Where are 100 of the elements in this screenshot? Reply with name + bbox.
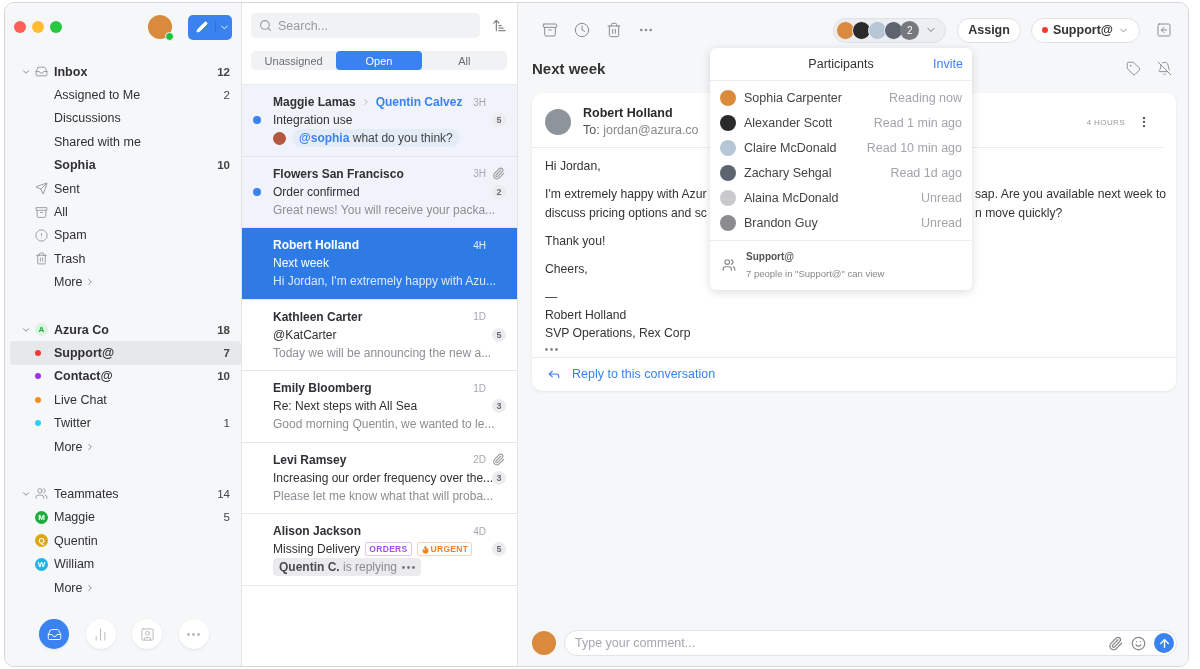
participant-avatar bbox=[720, 114, 736, 131]
sidebar-item[interactable]: Live Chat bbox=[10, 388, 241, 412]
sidebar-item[interactable]: Trash bbox=[10, 247, 241, 271]
archive-box-icon bbox=[35, 205, 48, 219]
signature-line: SVP Operations, Rex Corp bbox=[545, 325, 691, 342]
people-icon bbox=[35, 487, 48, 501]
conversation-item[interactable]: Flowers San Francisco 3H Order confirmed 2 Great news! You will receive your packa... bbox=[242, 156, 517, 228]
teammate-avatar: W bbox=[35, 557, 48, 571]
sidebar-item[interactable]: Support@ 7 bbox=[10, 341, 241, 365]
clock-icon[interactable] bbox=[574, 22, 590, 38]
sidebar-item[interactable]: M Maggie 5 bbox=[10, 505, 241, 530]
comment-field[interactable]: Type your comment... bbox=[564, 630, 1177, 656]
assign-button[interactable]: Assign bbox=[957, 17, 1021, 43]
inbox-icon bbox=[35, 65, 48, 79]
arrow-up-icon bbox=[1157, 636, 1171, 650]
zoom-window-button[interactable] bbox=[50, 21, 62, 33]
conversation-item[interactable]: Robert Holland 4H Next week Hi Jordan, I'm extremely happy with Azu... bbox=[242, 228, 517, 300]
sidebar-item[interactable]: Spam bbox=[10, 223, 241, 248]
sidebar-item[interactable]: Sent bbox=[10, 176, 241, 201]
section-count: 12 bbox=[217, 65, 230, 78]
conversation-time: 4D bbox=[473, 525, 486, 537]
filter-tab[interactable]: Unassigned bbox=[251, 51, 337, 70]
compose-button[interactable] bbox=[188, 14, 232, 40]
message-count: 2 bbox=[492, 184, 506, 199]
reply-link[interactable]: Reply to this conversation bbox=[547, 367, 716, 381]
more-icon bbox=[187, 632, 200, 636]
sender-avatar bbox=[545, 109, 571, 135]
sidebar-item[interactable]: Contact@ 10 bbox=[10, 364, 241, 389]
sidebar-item-label: Discussions bbox=[54, 111, 122, 126]
inbox-select[interactable]: Support@ bbox=[1030, 17, 1140, 43]
sort-icon[interactable] bbox=[492, 18, 507, 33]
conversation-subject: Integration use bbox=[273, 113, 353, 127]
sidebar-item[interactable]: All bbox=[10, 200, 241, 224]
close-window-button[interactable] bbox=[14, 21, 26, 33]
bell-off-icon[interactable] bbox=[1157, 61, 1172, 76]
sidebar-item[interactable]: Twitter 1 bbox=[10, 411, 241, 435]
participant-avatar bbox=[720, 139, 736, 156]
filter-tab[interactable]: All bbox=[421, 51, 507, 70]
sidebar-item-label: All bbox=[54, 205, 69, 220]
sidebar-item-label: Support@ bbox=[54, 346, 116, 360]
filter-tab[interactable]: Open bbox=[336, 51, 422, 70]
more-link[interactable]: More bbox=[10, 270, 241, 294]
conversation-time: 4H bbox=[473, 239, 486, 251]
extra-participants-count: 2 bbox=[900, 20, 920, 40]
archive-icon[interactable] bbox=[542, 22, 558, 38]
signature-line: Robert Holland bbox=[545, 307, 627, 324]
section-header[interactable]: Teammates 14 bbox=[10, 482, 241, 506]
item-count: 2 bbox=[223, 89, 230, 102]
read-status: Unread bbox=[921, 190, 962, 205]
read-status: Read 10 min ago bbox=[866, 140, 962, 155]
section-header[interactable]: Inbox 12 bbox=[10, 60, 241, 84]
smiley-icon[interactable] bbox=[1131, 635, 1146, 651]
invite-link[interactable]: Invite bbox=[933, 57, 963, 71]
trash-icon[interactable] bbox=[606, 22, 622, 38]
tag: URGENT bbox=[416, 542, 473, 556]
show-more-icon[interactable] bbox=[545, 348, 558, 351]
participant-avatar bbox=[868, 20, 888, 40]
sidebar-item[interactable]: Assigned to Me 2 bbox=[10, 83, 241, 107]
nav-button[interactable] bbox=[85, 619, 116, 649]
sidebar-item[interactable]: Q Quentin bbox=[10, 529, 241, 553]
item-count: 7 bbox=[223, 347, 230, 359]
bar-chart-icon bbox=[93, 626, 108, 642]
sidebar-item[interactable]: Shared with me bbox=[10, 130, 241, 154]
more-link[interactable]: More bbox=[10, 434, 241, 459]
more-label: More bbox=[54, 580, 83, 595]
user-avatar[interactable] bbox=[148, 15, 172, 39]
search-field[interactable]: Search... bbox=[251, 13, 480, 38]
message-text: Hi Jordan, bbox=[545, 158, 601, 175]
collapse-panel-icon[interactable] bbox=[1156, 22, 1172, 38]
sidebar-item-label: Assigned to Me bbox=[54, 88, 142, 103]
sidebar-item-label: Quentin bbox=[54, 533, 99, 548]
unread-dot bbox=[252, 116, 261, 124]
sender-name: Emily Bloomberg bbox=[273, 381, 372, 395]
message-count: 5 bbox=[492, 327, 506, 342]
sender-name: Levi Ramsey bbox=[273, 452, 347, 467]
visibility-note: 7 people in "Support@" can view bbox=[746, 268, 885, 279]
more-label: More bbox=[54, 439, 83, 454]
minimize-window-button[interactable] bbox=[32, 21, 44, 33]
message-text: discuss pricing options and sc bbox=[545, 205, 707, 222]
participant-avatar bbox=[720, 214, 736, 231]
tag-icon[interactable] bbox=[1126, 61, 1141, 76]
sidebar-item[interactable]: W William bbox=[10, 552, 241, 576]
nav-button[interactable] bbox=[132, 619, 162, 649]
paper-plane-icon bbox=[35, 182, 48, 196]
message-count: 5 bbox=[492, 113, 506, 127]
sender-name: Robert Holland bbox=[273, 238, 359, 252]
item-count: 5 bbox=[223, 511, 230, 524]
more-link[interactable]: More bbox=[10, 575, 241, 600]
conversation-time: 2D bbox=[473, 454, 486, 465]
participant-name: Sophia Carpenter bbox=[744, 90, 843, 105]
conversation-item[interactable]: Maggie Lamas Quentin Calvez 3H Integration use 5 @sophia what do you think? bbox=[242, 85, 517, 157]
read-status: Unread bbox=[921, 215, 962, 230]
sidebar-item[interactable]: Discussions bbox=[10, 106, 241, 131]
sidebar-item[interactable]: Sophia 10 bbox=[10, 153, 241, 177]
paperclip-icon[interactable] bbox=[1108, 635, 1123, 651]
message-count: 3 bbox=[492, 470, 506, 485]
participant-name: Alexander Scott bbox=[744, 115, 834, 130]
participants-button[interactable]: 2 bbox=[833, 17, 947, 43]
section-header[interactable]: A Azura Co 18 bbox=[10, 317, 241, 342]
nav-button[interactable] bbox=[39, 619, 69, 649]
